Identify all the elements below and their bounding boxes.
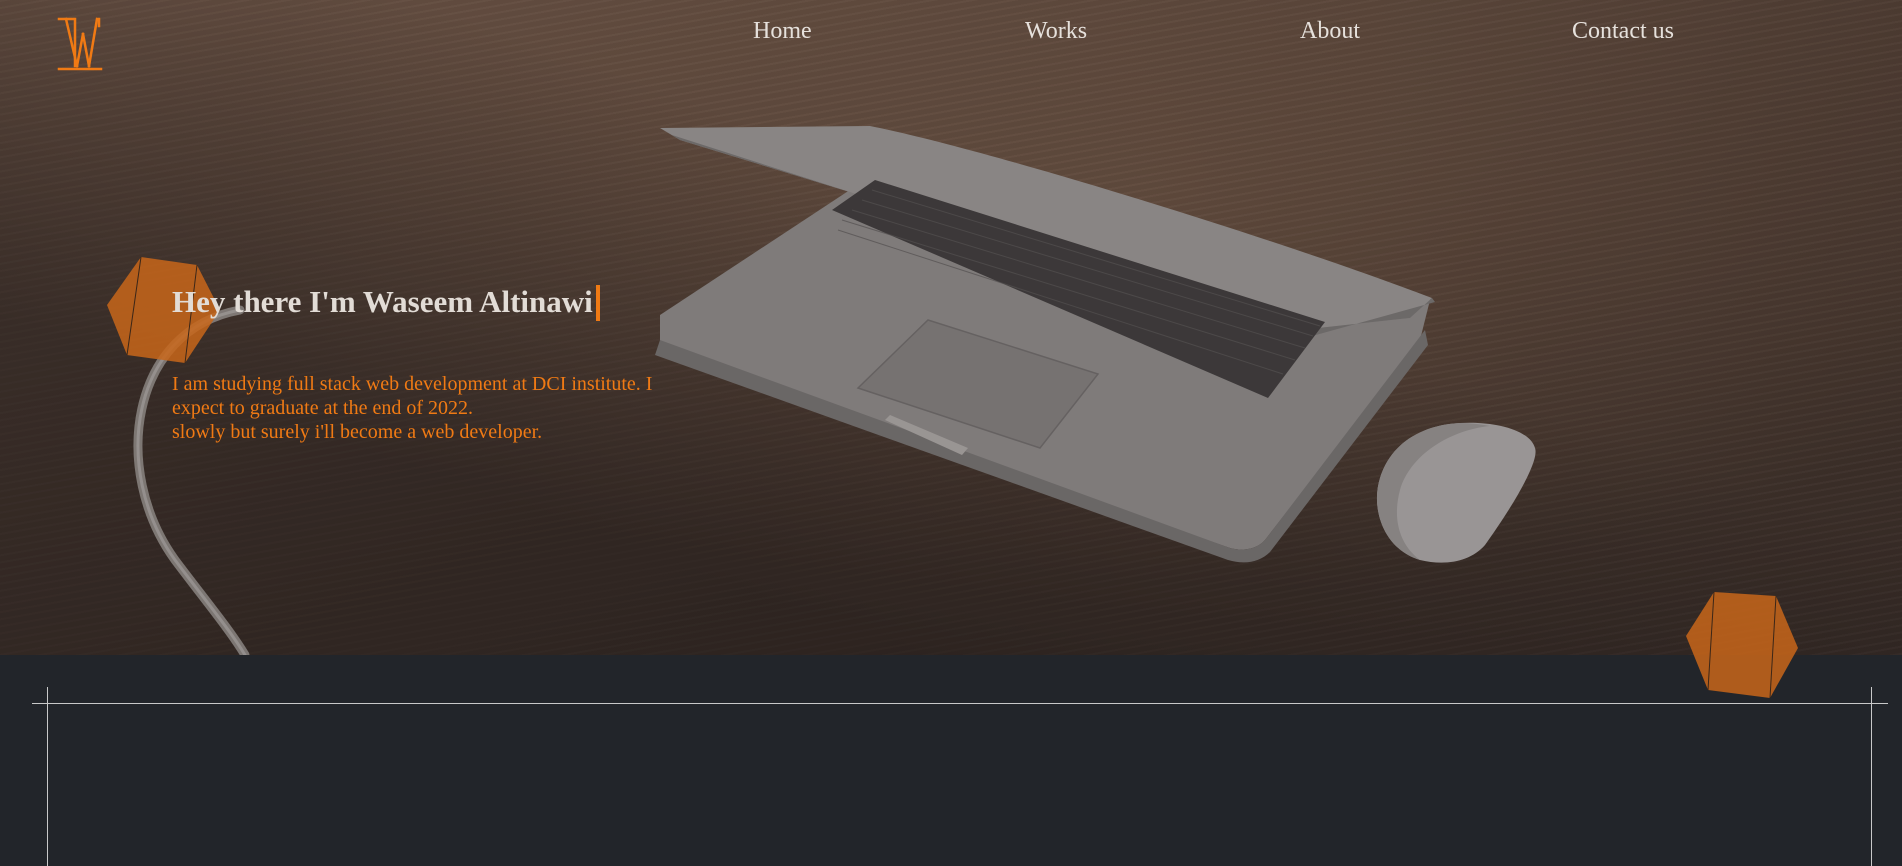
typing-cursor	[595, 284, 600, 321]
frame-right-line	[1871, 687, 1872, 866]
nav-works-link[interactable]: Works	[1025, 18, 1087, 45]
hero-description: I am studying full stack web development…	[172, 372, 692, 444]
nav-about-link[interactable]: About	[1300, 18, 1360, 45]
nav-contact-link[interactable]: Contact us	[1572, 18, 1674, 45]
main-navigation: Home Works About Contact us	[0, 18, 1902, 48]
hero-description-line: slowly but surely i'll become a web deve…	[172, 421, 543, 443]
hero-section: Home Works About Contact us Hey there I'…	[0, 0, 1902, 655]
hero-description-line: I am studying full stack web development…	[172, 373, 653, 395]
frame-top-line	[32, 703, 1888, 704]
hero-title-text: Hey there I'm Waseem Altinawi	[172, 284, 593, 319]
frame-left-line	[47, 687, 48, 866]
content-section	[0, 655, 1902, 866]
hero-title: Hey there I'm Waseem Altinawi	[172, 284, 600, 323]
page: Home Works About Contact us Hey there I'…	[0, 0, 1902, 866]
hero-description-line: expect to graduate at the end of 2022.	[172, 397, 473, 419]
hexagon-decoration-right	[1686, 591, 1798, 699]
nav-home-link[interactable]: Home	[753, 18, 812, 45]
